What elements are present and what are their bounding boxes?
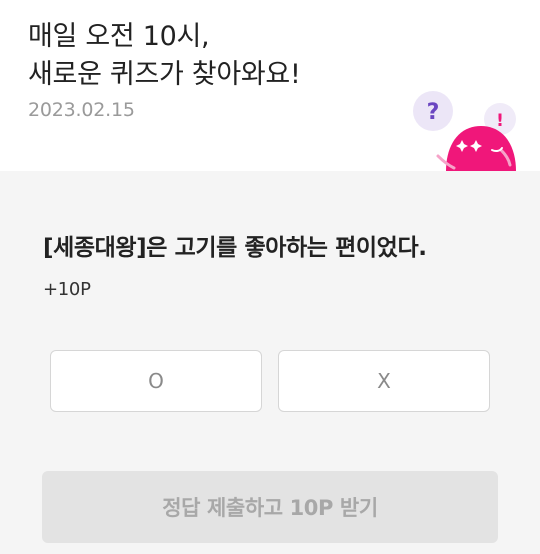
page-title: 매일 오전 10시, 새로운 퀴즈가 찾아와요! [28, 18, 388, 94]
quiz-points: +10P [43, 279, 91, 300]
quiz-header: 매일 오전 10시, 새로운 퀴즈가 찾아와요! 2023.02.15 ? ! [0, 0, 540, 171]
answer-o-button[interactable]: O [50, 350, 262, 412]
exclaim-mark-text: ! [496, 111, 504, 131]
page-title-line-2: 새로운 퀴즈가 찾아와요! [28, 59, 301, 90]
submit-answer-button[interactable]: 정답 제출하고 10P 받기 [42, 471, 498, 543]
quiz-date: 2023.02.15 [28, 99, 135, 121]
page-title-line-1: 매일 오전 10시, [28, 21, 210, 52]
quiz-mascot-illustration: ? ! [413, 91, 516, 171]
question-bubble-icon: ? [413, 91, 453, 131]
quiz-question: [세종대왕]은 고기를 좋아하는 편이었다. [43, 235, 427, 261]
answer-x-button[interactable]: X [278, 350, 490, 412]
question-mark-text: ? [427, 100, 440, 125]
quiz-card: [세종대왕]은 고기를 좋아하는 편이었다. +10P O X 정답 제출하고 … [0, 171, 540, 554]
